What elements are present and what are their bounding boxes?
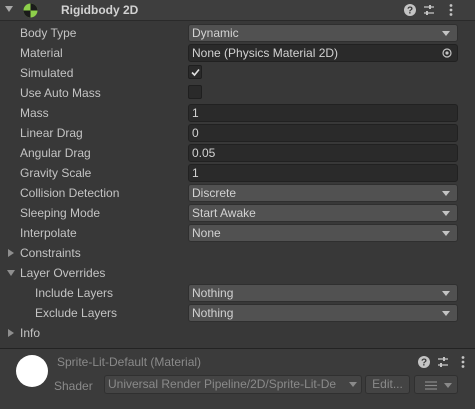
svg-text:?: ? (407, 6, 413, 17)
gravity-scale-row: Gravity Scale 1 (0, 163, 475, 183)
chevron-right-icon[interactable] (8, 329, 14, 337)
simulated-row: Simulated (0, 63, 475, 83)
interpolate-row: Interpolate None (0, 223, 475, 243)
include-layers-label: Include Layers (35, 286, 114, 300)
exclude-layers-dropdown[interactable]: Nothing (188, 304, 458, 322)
gravity-scale-input[interactable]: 1 (188, 164, 458, 182)
material-label: Material (20, 46, 63, 60)
collision-detection-label: Collision Detection (20, 186, 120, 200)
info-label[interactable]: Info (20, 326, 40, 340)
collision-detection-row: Collision Detection Discrete (0, 183, 475, 203)
mass-input[interactable]: 1 (188, 104, 458, 122)
sleeping-mode-row: Sleeping Mode Start Awake (0, 203, 475, 223)
list-icon (425, 381, 437, 390)
material-name: Sprite-Lit-Default (Material) (57, 355, 202, 369)
help-icon[interactable]: ? (417, 355, 431, 369)
interpolate-label: Interpolate (20, 226, 77, 240)
include-layers-dropdown[interactable]: Nothing (188, 284, 458, 302)
use-auto-mass-row: Use Auto Mass (0, 83, 475, 103)
body-type-dropdown[interactable]: Dynamic (188, 24, 458, 42)
edit-shader-button[interactable]: Edit... (365, 375, 410, 394)
sleeping-mode-label: Sleeping Mode (20, 206, 101, 220)
angular-drag-input[interactable]: 0.05 (188, 144, 458, 162)
presets-icon[interactable] (436, 355, 450, 369)
linear-drag-row: Linear Drag 0 (0, 123, 475, 143)
constraints-foldout[interactable]: Constraints (0, 243, 475, 263)
collapse-arrow-icon[interactable] (5, 6, 13, 12)
angular-drag-row: Angular Drag 0.05 (0, 143, 475, 163)
chevron-down-icon[interactable] (7, 270, 15, 276)
angular-drag-label[interactable]: Angular Drag (20, 146, 91, 160)
chevron-down-icon (442, 291, 450, 296)
svg-text:?: ? (421, 358, 427, 369)
chevron-right-icon[interactable] (8, 249, 14, 257)
collision-detection-dropdown[interactable]: Discrete (188, 184, 458, 202)
shader-value: Universal Render Pipeline/2D/Sprite-Lit-… (108, 377, 337, 391)
material-thumbnail[interactable] (16, 355, 48, 387)
sleeping-mode-dropdown[interactable]: Start Awake (188, 204, 458, 222)
chevron-down-icon (442, 31, 450, 36)
shader-options-button[interactable] (414, 375, 458, 394)
gravity-scale-label[interactable]: Gravity Scale (20, 166, 91, 180)
chevron-down-icon (442, 211, 450, 216)
sleeping-mode-value: Start Awake (192, 206, 256, 220)
layer-overrides-foldout[interactable]: Layer Overrides (0, 263, 475, 283)
rigidbody2d-icon (23, 3, 38, 18)
material-object-field[interactable]: None (Physics Material 2D) (188, 44, 458, 62)
simulated-checkbox[interactable] (188, 65, 202, 79)
material-row: Material None (Physics Material 2D) (0, 43, 475, 63)
chevron-down-icon (442, 231, 450, 236)
layer-overrides-label[interactable]: Layer Overrides (20, 266, 105, 280)
info-foldout[interactable]: Info (0, 323, 475, 343)
exclude-layers-row: Exclude Layers Nothing (0, 303, 475, 323)
chevron-down-icon (349, 382, 357, 387)
simulated-label: Simulated (20, 66, 74, 80)
body-type-row: Body Type Dynamic (0, 23, 475, 43)
shader-label: Shader (54, 379, 93, 393)
exclude-layers-label: Exclude Layers (35, 306, 118, 320)
body-type-label: Body Type (20, 26, 77, 40)
help-icon[interactable]: ? (403, 3, 417, 17)
object-picker-icon[interactable] (442, 48, 452, 58)
more-icon[interactable] (444, 3, 458, 17)
linear-drag-input[interactable]: 0 (188, 124, 458, 142)
shader-dropdown[interactable]: Universal Render Pipeline/2D/Sprite-Lit-… (104, 375, 362, 394)
checkmark-icon (191, 68, 200, 77)
interpolate-value: None (192, 226, 221, 240)
component-header: Rigidbody 2D ? (0, 0, 475, 21)
interpolate-dropdown[interactable]: None (188, 224, 458, 242)
component-title: Rigidbody 2D (61, 3, 139, 17)
presets-icon[interactable] (422, 3, 436, 17)
use-auto-mass-label: Use Auto Mass (20, 86, 101, 100)
linear-drag-label[interactable]: Linear Drag (20, 126, 83, 140)
material-preview-section: Sprite-Lit-Default (Material) ? Shader U… (0, 349, 475, 409)
mass-label[interactable]: Mass (20, 106, 49, 120)
chevron-down-icon (444, 383, 452, 388)
include-layers-row: Include Layers Nothing (0, 283, 475, 303)
body-type-value: Dynamic (192, 26, 239, 40)
chevron-down-icon (442, 311, 450, 316)
collision-detection-value: Discrete (192, 186, 237, 200)
constraints-label[interactable]: Constraints (20, 246, 81, 260)
more-icon[interactable] (456, 355, 470, 369)
material-value: None (Physics Material 2D) (192, 46, 339, 60)
exclude-layers-value: Nothing (192, 306, 234, 320)
use-auto-mass-checkbox[interactable] (188, 85, 202, 99)
include-layers-value: Nothing (192, 286, 234, 300)
mass-row: Mass 1 (0, 103, 475, 123)
chevron-down-icon (442, 191, 450, 196)
